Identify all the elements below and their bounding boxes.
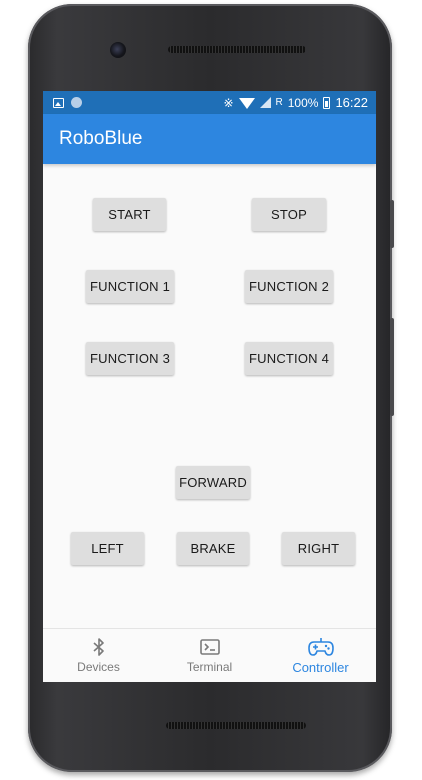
nav-label-controller: Controller bbox=[292, 659, 349, 675]
signal-icon bbox=[259, 97, 271, 108]
bluetooth-icon bbox=[92, 637, 105, 657]
wifi-icon bbox=[238, 97, 255, 109]
earpiece-speaker bbox=[168, 46, 306, 53]
stop-button[interactable]: STOP bbox=[252, 198, 326, 231]
front-camera bbox=[110, 42, 126, 58]
function-1-button[interactable]: FUNCTION 1 bbox=[86, 270, 174, 303]
power-button bbox=[390, 318, 394, 416]
clock: 16:22 bbox=[335, 95, 368, 110]
function-3-button[interactable]: FUNCTION 3 bbox=[86, 342, 174, 375]
bottom-navigation: Devices Terminal Controller bbox=[43, 628, 376, 682]
vibrate-indicator: R bbox=[275, 97, 283, 108]
status-bar: ※ R 100% 16:22 bbox=[43, 91, 376, 114]
nav-item-terminal[interactable]: Terminal bbox=[154, 629, 265, 682]
sync-notification-icon bbox=[71, 97, 82, 108]
terminal-icon bbox=[199, 637, 220, 657]
nav-item-controller[interactable]: Controller bbox=[265, 629, 376, 682]
nav-item-devices[interactable]: Devices bbox=[43, 629, 154, 682]
left-button[interactable]: LEFT bbox=[71, 532, 144, 565]
right-button[interactable]: RIGHT bbox=[282, 532, 355, 565]
function-2-button[interactable]: FUNCTION 2 bbox=[245, 270, 333, 303]
app-screen: ※ R 100% 16:22 RoboBlue START STOP FUNCT… bbox=[43, 91, 376, 682]
app-title: RoboBlue bbox=[59, 128, 143, 149]
bluetooth-status-icon: ※ bbox=[223, 95, 234, 110]
controller-panel: START STOP FUNCTION 1 FUNCTION 2 FUNCTIO… bbox=[43, 164, 376, 629]
start-button[interactable]: START bbox=[93, 198, 166, 231]
forward-button[interactable]: FORWARD bbox=[176, 466, 250, 499]
battery-percent: 100% bbox=[287, 95, 319, 110]
nav-label-devices: Devices bbox=[77, 660, 120, 674]
battery-icon bbox=[323, 96, 331, 109]
function-4-button[interactable]: FUNCTION 4 bbox=[245, 342, 333, 375]
gamepad-icon bbox=[307, 637, 334, 657]
brake-button[interactable]: BRAKE bbox=[177, 532, 249, 565]
nav-label-terminal: Terminal bbox=[186, 660, 233, 674]
bottom-speaker bbox=[166, 722, 306, 729]
volume-button bbox=[390, 200, 394, 248]
image-notification-icon bbox=[53, 97, 64, 108]
app-bar: RoboBlue bbox=[43, 114, 376, 164]
